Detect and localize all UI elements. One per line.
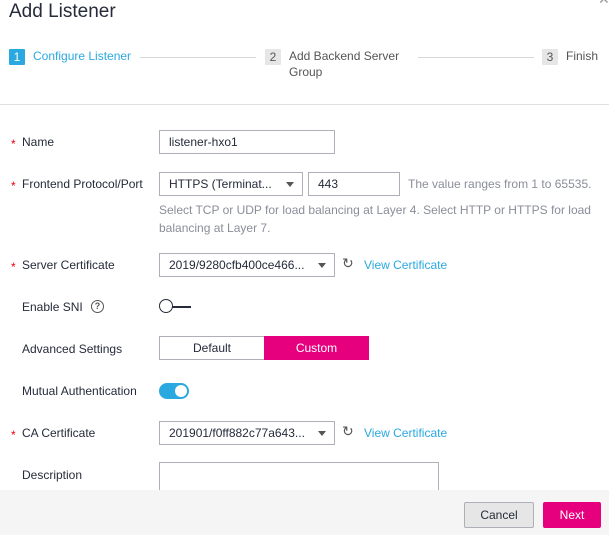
required-marker: * bbox=[11, 137, 16, 151]
stepper-divider bbox=[0, 104, 609, 105]
step-connector bbox=[140, 57, 256, 58]
protocol-select[interactable]: HTTPS (Terminat... bbox=[159, 172, 303, 196]
dialog-title: Add Listener bbox=[9, 1, 116, 22]
chevron-down-icon bbox=[318, 431, 326, 436]
advanced-settings-label: Advanced Settings bbox=[22, 342, 123, 356]
refresh-icon[interactable]: ↻ bbox=[342, 423, 354, 440]
sni-toggle[interactable] bbox=[159, 299, 191, 315]
ca-certificate-label: CA Certificate bbox=[22, 426, 96, 440]
mutual-authentication-label: Mutual Authentication bbox=[22, 384, 137, 398]
server-certificate-label: Server Certificate bbox=[22, 258, 115, 272]
protocol-help-line1: Select TCP or UDP for load balancing at … bbox=[159, 203, 591, 217]
advanced-default-option[interactable]: Default bbox=[159, 336, 265, 360]
step-connector bbox=[418, 57, 534, 58]
name-label: Name bbox=[22, 135, 55, 149]
refresh-icon[interactable]: ↻ bbox=[342, 255, 354, 272]
chevron-down-icon bbox=[286, 182, 294, 187]
toggle-knob bbox=[159, 299, 173, 313]
required-marker: * bbox=[11, 428, 16, 442]
close-icon[interactable]: ✕ bbox=[598, 0, 609, 8]
enable-sni-label: Enable SNI bbox=[22, 300, 83, 314]
view-server-certificate-link[interactable]: View Certificate bbox=[364, 258, 447, 272]
step-2-label: Add Backend Server Group bbox=[289, 49, 400, 79]
frontend-protocol-label: Frontend Protocol/Port bbox=[22, 177, 143, 191]
server-certificate-select[interactable]: 2019/9280cfb400ce466... bbox=[159, 253, 335, 277]
name-input[interactable]: listener-hxo1 bbox=[159, 130, 335, 154]
help-icon[interactable]: ? bbox=[91, 300, 104, 313]
step-1-label: Configure Listener bbox=[33, 49, 132, 63]
cancel-button[interactable]: Cancel bbox=[464, 502, 534, 528]
required-marker: * bbox=[11, 260, 16, 274]
step-1-number: 1 bbox=[9, 49, 25, 65]
advanced-custom-option[interactable]: Custom bbox=[264, 336, 369, 360]
toggle-knob bbox=[175, 385, 187, 397]
port-input[interactable]: 443 bbox=[308, 172, 400, 196]
port-range-hint: The value ranges from 1 to 65535. bbox=[408, 177, 592, 191]
step-3-label: Finish bbox=[566, 49, 599, 63]
step-2-number: 2 bbox=[265, 49, 281, 65]
chevron-down-icon bbox=[318, 263, 326, 268]
description-label: Description bbox=[22, 468, 83, 482]
ca-certificate-select[interactable]: 201901/f0ff882c77a643... bbox=[159, 421, 335, 445]
mutual-authentication-toggle[interactable] bbox=[159, 383, 189, 399]
next-button[interactable]: Next bbox=[543, 502, 601, 528]
protocol-help-line2: balancing at Layer 7. bbox=[159, 221, 271, 235]
view-ca-certificate-link[interactable]: View Certificate bbox=[364, 426, 447, 440]
required-marker: * bbox=[11, 179, 16, 193]
step-3-number: 3 bbox=[542, 49, 558, 65]
